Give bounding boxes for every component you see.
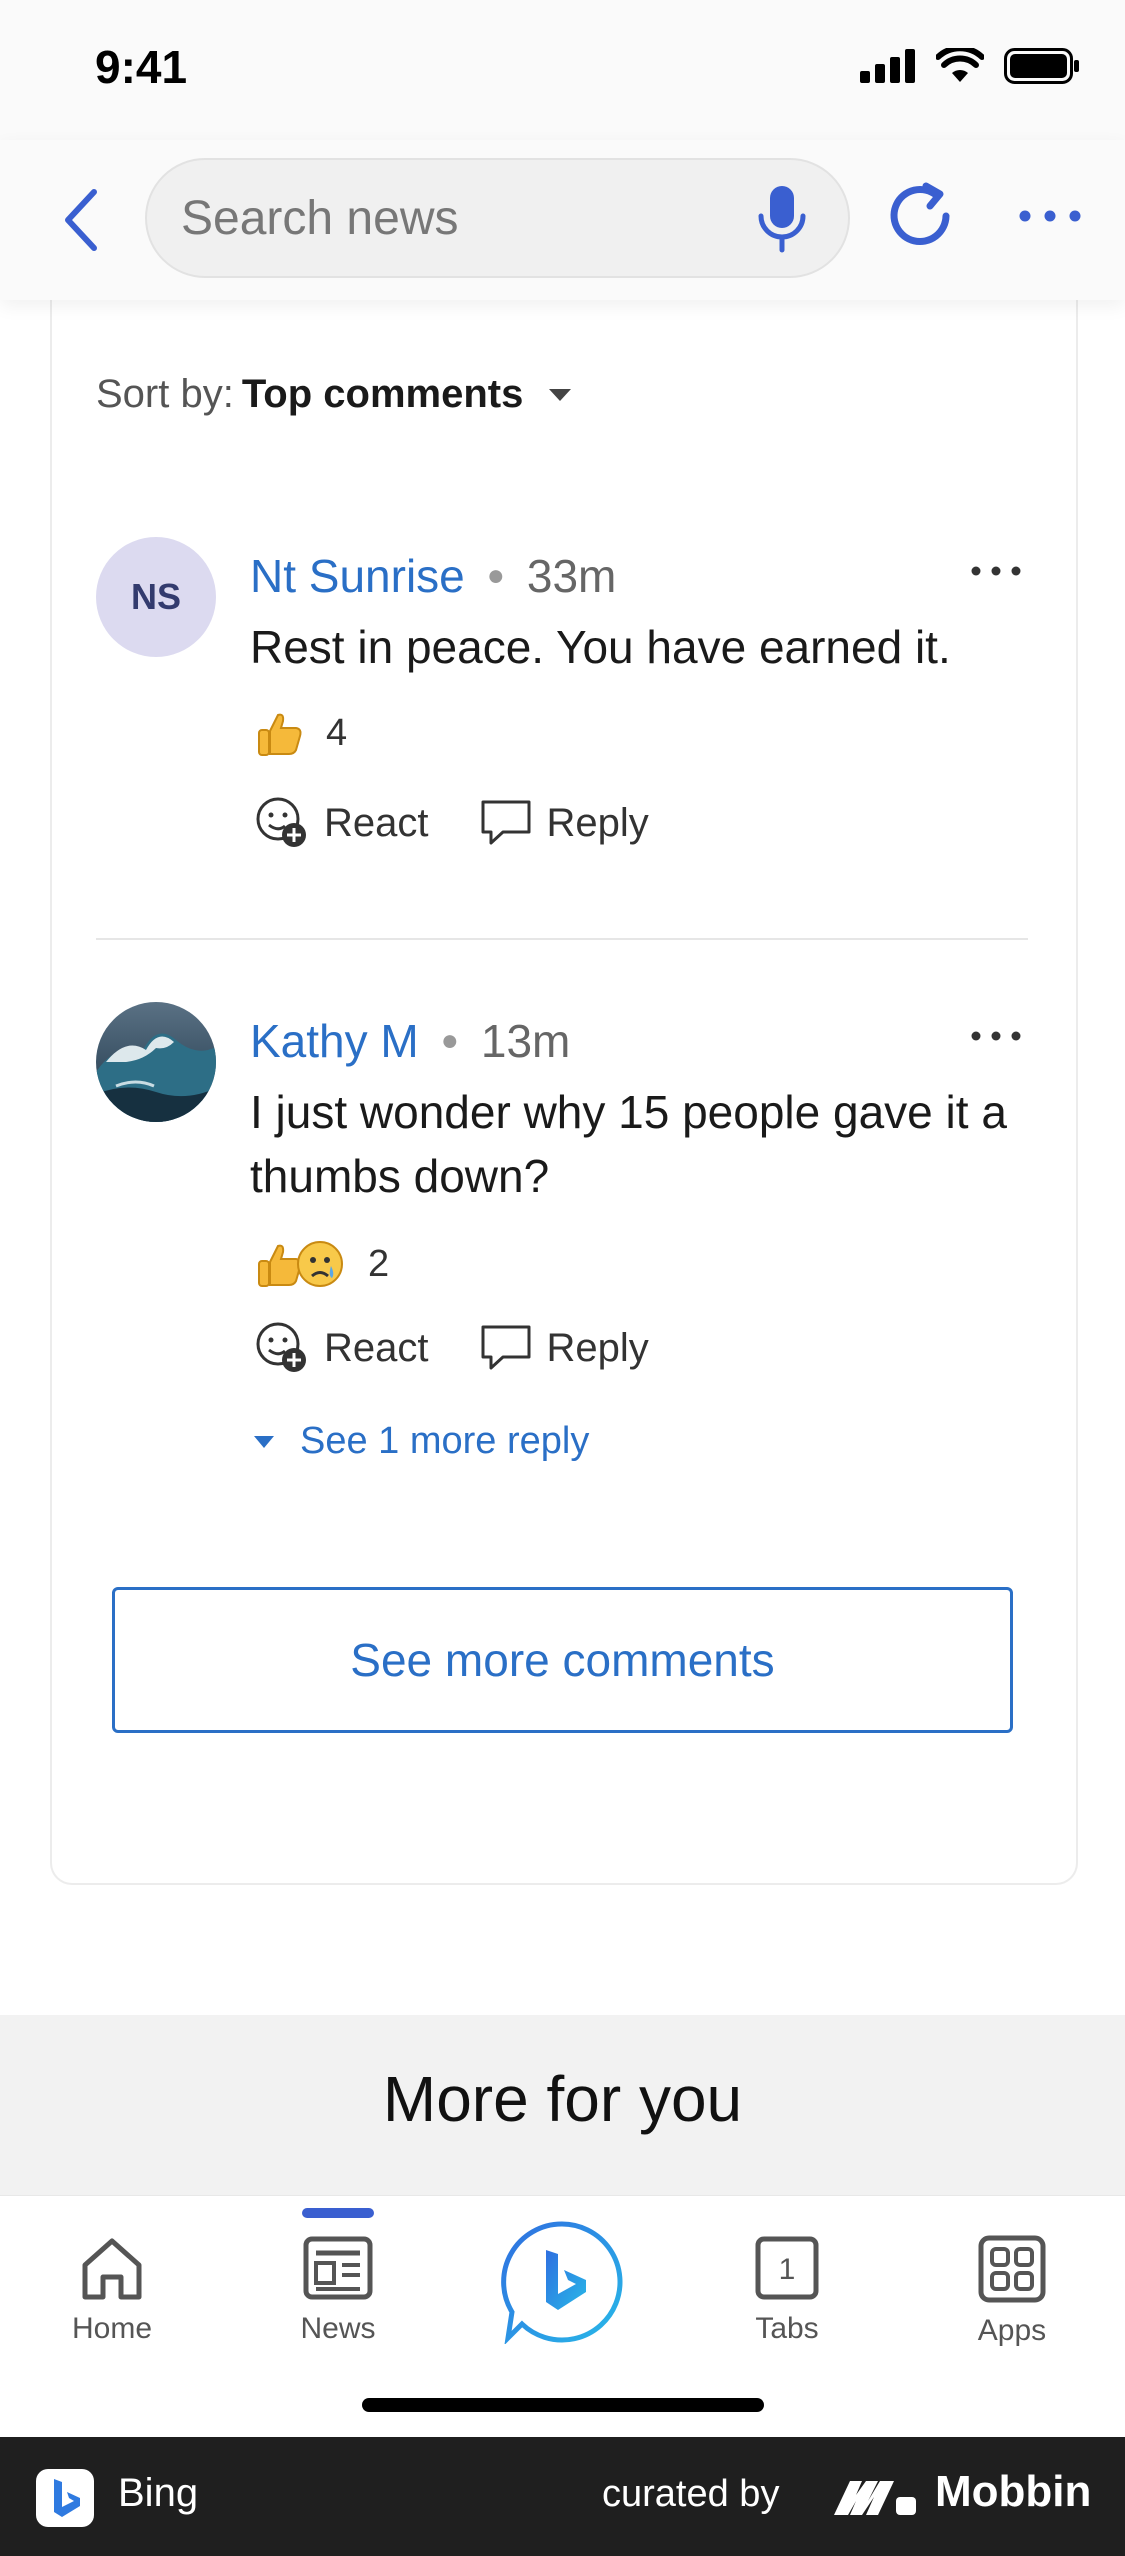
back-button[interactable]: [50, 180, 110, 260]
battery-icon: [1004, 48, 1079, 84]
tab-apps[interactable]: Apps: [932, 2235, 1092, 2348]
home-indicator: [362, 2398, 764, 2412]
mobbin-logo-icon: [834, 2481, 916, 2515]
home-icon: [82, 2238, 142, 2300]
status-bar: 9:41: [0, 0, 1125, 140]
comment-more-icon[interactable]: [969, 561, 1023, 581]
thumbs-up-sad-emoji-icon: [258, 1241, 343, 1287]
footer-curated-label: curated by: [602, 2473, 780, 2515]
reply-label: Reply: [546, 1325, 649, 1370]
comment-header: Nt Sunrise ● 33m: [250, 549, 616, 603]
react-button[interactable]: React: [254, 795, 429, 851]
comment-actions: React Reply: [254, 1320, 699, 1376]
footer-brand: Mobbin: [935, 2467, 1092, 2516]
more-options-icon[interactable]: [1015, 196, 1085, 236]
wifi-icon: [936, 48, 984, 82]
tab-home[interactable]: Home: [32, 2235, 192, 2346]
tabs-icon: 1: [755, 2236, 819, 2300]
bing-logo-icon: [36, 2469, 94, 2527]
comment-time: 33m: [526, 550, 617, 602]
tab-label: Tabs: [755, 2312, 819, 2345]
tab-tabs[interactable]: 1 Tabs: [707, 2235, 867, 2346]
refresh-icon[interactable]: [880, 176, 960, 256]
ocean-wave-avatar-image: [96, 1002, 216, 1122]
comment-author[interactable]: Nt Sunrise: [250, 549, 465, 603]
tab-label: Home: [71, 2312, 153, 2345]
comment-item: Kathy M ● 13m I just wonder why 15 peopl…: [96, 1002, 1031, 1482]
see-more-replies-label: See 1 more reply: [300, 1420, 590, 1462]
comment-text: Rest in peace. You have earned it.: [250, 621, 951, 673]
bing-chat-icon: [501, 2221, 623, 2346]
reaction-summary[interactable]: 4: [256, 709, 347, 757]
add-reaction-icon: [256, 1322, 306, 1372]
footer-app-name: Bing: [118, 2471, 199, 2515]
bing-chat-button[interactable]: [500, 2220, 624, 2346]
sort-label: Sort by:: [96, 372, 234, 416]
react-label: React: [324, 800, 429, 845]
thumbs-up-emoji-icon: [258, 713, 302, 756]
comment-time: 13m: [480, 1015, 571, 1067]
comment-item: NS Nt Sunrise ● 33m Rest in peace. You h…: [96, 537, 1031, 917]
comment-more-icon[interactable]: [969, 1026, 1023, 1046]
reply-button[interactable]: Reply: [479, 1323, 649, 1373]
search-input[interactable]: [181, 160, 741, 276]
speech-bubble-icon: [481, 800, 530, 845]
tabs-count: 1: [779, 2253, 796, 2286]
comment-divider: [96, 938, 1028, 940]
active-tab-indicator: [302, 2208, 374, 2218]
add-reaction-icon: [256, 797, 306, 847]
chevron-left-icon: [65, 189, 97, 251]
search-box[interactable]: [145, 158, 850, 278]
avatar[interactable]: NS: [96, 537, 216, 657]
caret-down-icon: [549, 388, 572, 401]
reaction-count: 2: [368, 1242, 390, 1285]
tab-label: Apps: [977, 2314, 1047, 2347]
nav-bar: [0, 140, 1125, 300]
avatar-initials: NS: [130, 576, 181, 617]
comment-author[interactable]: Kathy M: [250, 1014, 419, 1068]
comment-text: I just wonder why 15 people gave it a th…: [250, 1086, 1007, 1202]
status-time: 9:41: [95, 41, 188, 93]
comment-header: Kathy M ● 13m: [250, 1014, 570, 1068]
see-more-replies-link[interactable]: See 1 more reply: [254, 1420, 589, 1463]
react-button[interactable]: React: [254, 1320, 429, 1376]
react-label: React: [324, 1325, 429, 1370]
status-icons: [860, 48, 1080, 84]
caret-down-icon: [254, 1435, 274, 1448]
sort-selector[interactable]: Sort by: Top comments: [96, 372, 572, 417]
see-more-comments-button[interactable]: See more comments: [112, 1587, 1013, 1733]
reaction-summary[interactable]: 2: [256, 1238, 389, 1290]
tab-news[interactable]: News: [258, 2235, 418, 2346]
reply-button[interactable]: Reply: [479, 798, 649, 848]
more-for-you-title: More for you: [382, 2063, 743, 2135]
tab-label: News: [300, 2312, 376, 2345]
footer-bar: Bing curated by Mobbin: [0, 2437, 1125, 2556]
comment-actions: React Reply: [254, 795, 699, 851]
microphone-icon[interactable]: [756, 184, 808, 254]
apps-icon: [978, 2235, 1046, 2303]
separator-dot: ●: [486, 559, 505, 592]
reaction-count: 4: [326, 711, 348, 754]
speech-bubble-icon: [481, 1325, 530, 1370]
news-icon: [303, 2236, 373, 2300]
sort-value: Top comments: [241, 372, 524, 416]
avatar[interactable]: [96, 1002, 216, 1122]
reply-label: Reply: [546, 800, 649, 845]
separator-dot: ●: [440, 1024, 459, 1057]
signal-icon: [860, 49, 915, 83]
